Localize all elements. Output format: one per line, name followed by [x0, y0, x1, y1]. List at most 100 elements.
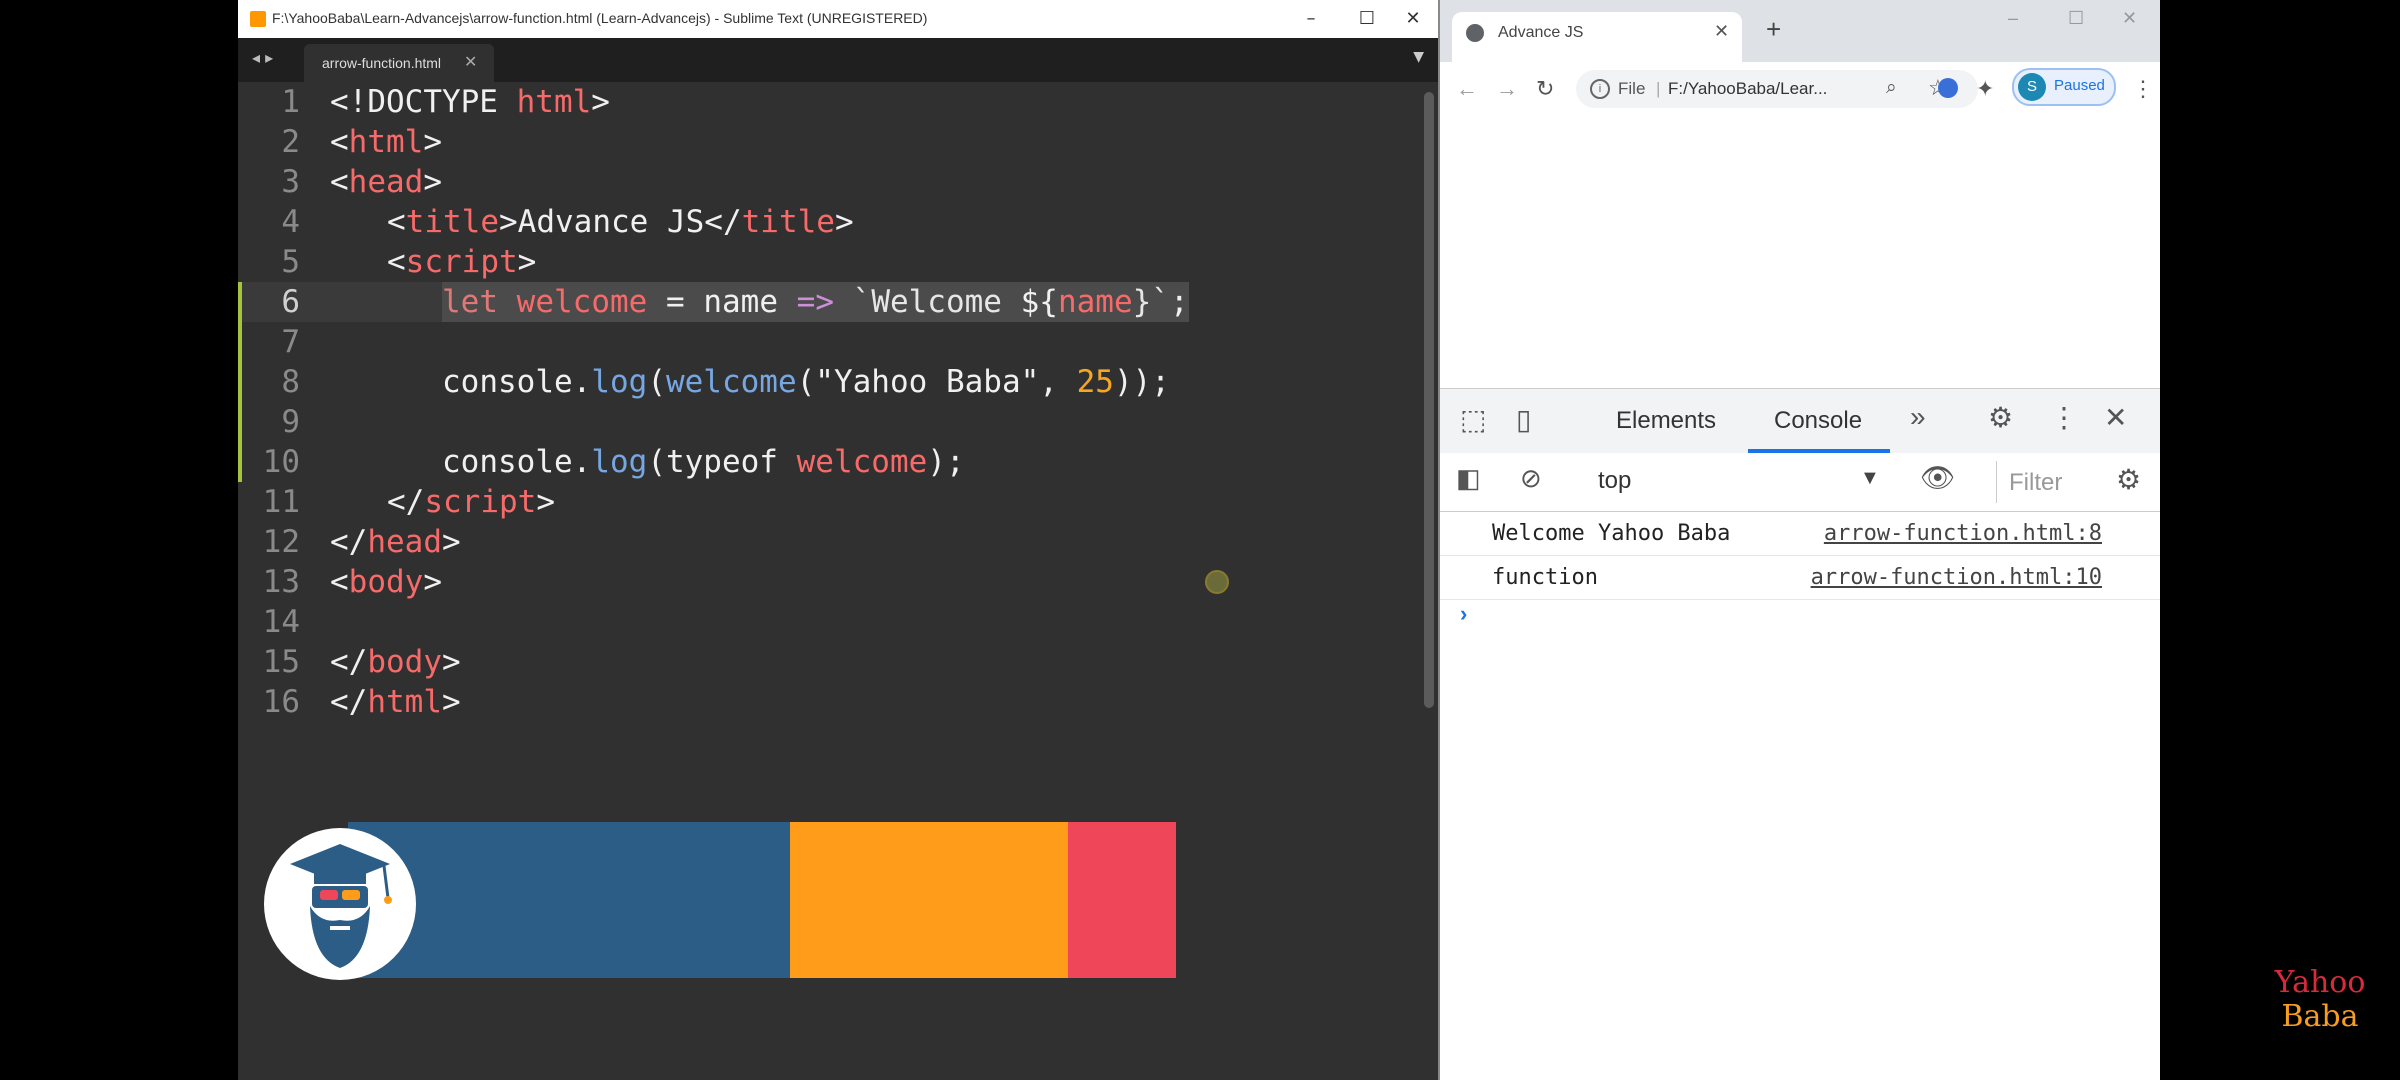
code-token: welcome [665, 364, 797, 400]
code-token: script [424, 484, 537, 520]
sublime-window: F:\YahooBaba\Learn-Advancejs\arrow-funct… [238, 0, 1438, 1080]
code-token: ${ [1020, 284, 1058, 320]
extensions-puzzle-icon[interactable]: ✦ [1976, 76, 1994, 102]
banner-orange-bar [790, 822, 1068, 978]
code-line: 16 </html> [238, 682, 1428, 722]
code-line: 5 <script> [238, 242, 1428, 282]
filter-input[interactable]: Filter [1996, 461, 2109, 503]
code-token: html [348, 124, 424, 160]
tab-close-icon[interactable]: ✕ [1714, 21, 1729, 42]
line-number: 12 [262, 524, 300, 560]
chrome-window: Advance JS ✕ + – ☐ ✕ ← → ↻ i File | F:/Y… [1440, 0, 2160, 1080]
chrome-menu-icon[interactable]: ⋮ [2132, 76, 2154, 102]
code-token: let [442, 284, 498, 320]
chrome-minimize-icon[interactable]: – [2008, 8, 2018, 29]
code-token: welcome [516, 284, 648, 320]
code-token: welcome [796, 444, 928, 480]
code-text: console.log(typeof welcome); [442, 442, 965, 482]
line-number: 5 [281, 244, 300, 280]
profile-button[interactable]: S Paused [2012, 68, 2116, 106]
tab-title: Advance JS [1498, 24, 1584, 41]
tab-dropdown-icon[interactable]: ▼ [1413, 49, 1424, 65]
code-token: <!DOCTYPE [330, 84, 517, 120]
extension-icon[interactable] [1938, 78, 1958, 98]
code-token: console. [442, 444, 592, 480]
code-line: 7 [238, 322, 1428, 362]
console-settings-gear-icon[interactable]: ⚙ [2116, 463, 2141, 496]
live-expression-eye-icon[interactable]: 👁 [1920, 461, 1956, 494]
profile-avatar: S [2018, 73, 2046, 101]
tab-advance-js[interactable]: Advance JS ✕ [1452, 12, 1742, 62]
devtools-panel: ⬚ ▯ Elements Console » ⚙ ⋮ ✕ ◧ ⊘ top ▼ 👁… [1440, 388, 2160, 1080]
back-arrow-icon[interactable]: ← [1456, 76, 1478, 102]
editor-scrollbar[interactable] [1424, 92, 1434, 708]
code-token: </ [330, 644, 368, 680]
line-number: 6 [281, 284, 300, 320]
line-number: 8 [281, 364, 300, 400]
forward-arrow-icon[interactable]: → [1496, 76, 1518, 102]
code-token: = [647, 284, 704, 320]
address-url: F:/YahooBaba/Lear... [1668, 79, 1828, 98]
tab-elements[interactable]: Elements [1616, 407, 1716, 435]
globe-icon [1466, 24, 1484, 42]
zoom-icon[interactable]: ⌕ [1886, 77, 1897, 99]
minimize-icon[interactable]: – [1288, 6, 1334, 32]
chevron-down-icon[interactable]: ▼ [1860, 467, 1880, 490]
page-viewport[interactable] [1440, 118, 2160, 388]
code-token: log [591, 444, 648, 480]
reload-icon[interactable]: ↻ [1536, 76, 1554, 102]
code-token: log [591, 364, 648, 400]
chrome-toolbar: ← → ↻ i File | F:/YahooBaba/Lear... ⌕ ☆ … [1440, 62, 2160, 118]
code-token: < [330, 124, 349, 160]
chrome-close-icon[interactable]: ✕ [2122, 8, 2137, 29]
code-token: head [367, 524, 442, 560]
sidebar-toggle-icon[interactable]: ◧ [1456, 463, 1481, 494]
more-tabs-chevron-icon[interactable]: » [1910, 401, 1926, 433]
watermark-line1: Yahoo [2274, 965, 2366, 1000]
console-message-source-link[interactable]: arrow-function.html:10 [1811, 565, 2102, 590]
code-token: > [536, 484, 555, 520]
devtools-menu-icon[interactable]: ⋮ [2050, 401, 2078, 434]
address-bar[interactable]: i File | F:/YahooBaba/Lear... ⌕ ☆ [1576, 70, 1978, 108]
clear-console-icon[interactable]: ⊘ [1520, 463, 1542, 494]
code-text: console.log(welcome("Yahoo Baba", 25)); [442, 362, 1170, 402]
close-devtools-icon[interactable]: ✕ [2104, 401, 2127, 434]
line-number: 14 [262, 604, 300, 640]
tab-close-icon[interactable]: ✕ [464, 52, 477, 71]
console-message: function arrow-function.html:10 [1440, 555, 2160, 600]
bearded-graduate-icon [290, 844, 392, 968]
code-token: ; [1169, 284, 1189, 320]
code-token: > [423, 564, 442, 600]
sublime-logo-icon [250, 11, 266, 27]
selected-code-text: let welcome = name => `Welcome ${name}`; [442, 282, 1189, 322]
tab-arrow-function[interactable]: arrow-function.html ✕ [304, 44, 494, 82]
tab-console[interactable]: Console [1774, 407, 1862, 435]
settings-gear-icon[interactable]: ⚙ [1988, 401, 2013, 434]
sublime-window-title: F:\YahooBaba\Learn-Advancejs\arrow-funct… [272, 10, 928, 26]
code-token: body [367, 644, 442, 680]
console-message: Welcome Yahoo Baba arrow-function.html:8 [1440, 511, 2160, 556]
device-toolbar-icon[interactable]: ▯ [1516, 403, 1531, 436]
new-tab-plus-icon[interactable]: + [1766, 14, 1781, 45]
maximize-icon[interactable]: ☐ [1344, 6, 1390, 32]
close-icon[interactable]: ✕ [1390, 6, 1436, 32]
console-message-source-link[interactable]: arrow-function.html:8 [1824, 521, 2102, 546]
watermark-line2: Baba [2281, 999, 2359, 1034]
code-token: name [1057, 284, 1133, 320]
code-token: name [703, 284, 778, 320]
code-token: > [517, 244, 537, 280]
info-icon[interactable]: i [1590, 79, 1610, 99]
code-token: title [405, 204, 499, 240]
code-line: 15 </body> [238, 642, 1428, 682]
code-token: => [796, 284, 834, 320]
code-line: 11 </script> [238, 482, 1428, 522]
code-token: head [348, 164, 424, 200]
console-prompt[interactable]: › [1460, 601, 1467, 627]
inspect-element-icon[interactable]: ⬚ [1460, 403, 1486, 436]
context-selector[interactable]: top [1598, 467, 1631, 495]
code-token: body [348, 564, 424, 600]
tab-nav-arrows-icon[interactable]: ◂ ▸ [252, 48, 273, 67]
code-text: <title>Advance JS</title> [387, 202, 854, 242]
chrome-maximize-icon[interactable]: ☐ [2068, 8, 2084, 29]
